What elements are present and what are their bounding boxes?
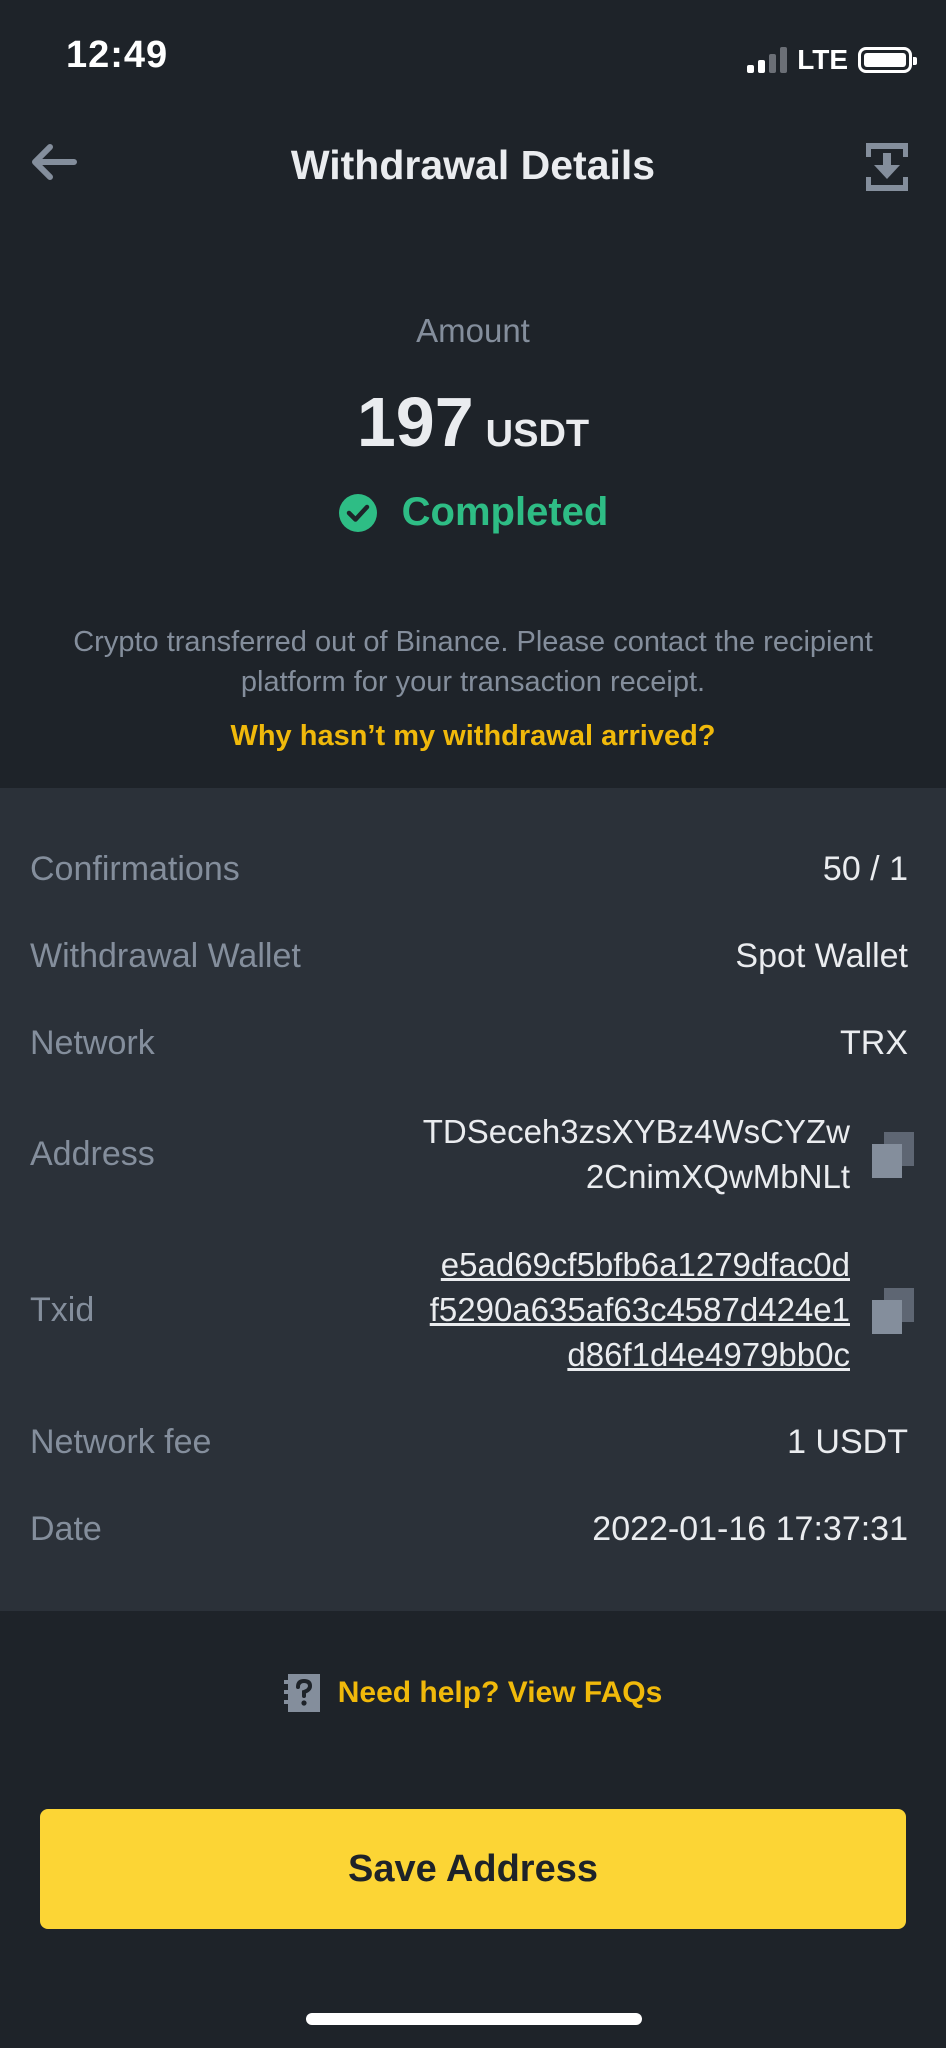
download-button[interactable] (862, 140, 912, 194)
copy-txid-button[interactable] (870, 1286, 916, 1336)
fee-value: 1 USDT (787, 1423, 908, 1461)
copy-address-button[interactable] (870, 1130, 916, 1180)
network-label-row: Network (30, 1024, 155, 1062)
network-value: TRX (840, 1024, 908, 1062)
address-line-1: TDSeceh3zsXYBz4WsCYZw (422, 1113, 850, 1150)
faq-text: Need help? View FAQs (337, 1676, 663, 1709)
wallet-value: Spot Wallet (735, 937, 908, 975)
wallet-label: Withdrawal Wallet (30, 937, 301, 975)
network-label: LTE (797, 44, 848, 75)
txid-line-2: f5290a635af63c4587d424e1 (429, 1291, 850, 1328)
battery-icon (858, 47, 917, 73)
date-label: Date (30, 1510, 102, 1548)
amount-unit: USDT (485, 413, 590, 455)
status-time: 12:49 (66, 34, 169, 76)
address-line-2: 2CnimXQwMbNLt (585, 1158, 850, 1195)
confirmations-value: 50 / 1 (822, 850, 908, 888)
txid-line-1: e5ad69cf5bfb6a1279dfac0d (440, 1246, 850, 1283)
copy-icon (872, 1132, 914, 1178)
download-icon (866, 143, 908, 191)
copy-icon (872, 1288, 914, 1334)
status-badge: Completed (0, 490, 946, 535)
check-circle-icon (338, 493, 377, 532)
date-value: 2022-01-16 17:37:31 (592, 1510, 908, 1548)
faq-link[interactable]: Need help? View FAQs (0, 1672, 946, 1714)
address-label: Address (30, 1135, 155, 1173)
txid-label: Txid (30, 1291, 95, 1329)
withdrawal-help-link[interactable]: Why hasn’t my withdrawal arrived? (0, 720, 946, 753)
amount-label: Amount (416, 312, 530, 349)
txid-link[interactable]: e5ad69cf5bfb6a1279dfac0d f5290a635af63c4… (430, 1242, 850, 1377)
page-title: Withdrawal Details (290, 142, 656, 188)
txid-line-3: d86f1d4e4979bb0c (567, 1336, 850, 1373)
home-indicator (306, 2013, 642, 2025)
details-panel (0, 788, 946, 1611)
amount-value: 197 (356, 383, 474, 461)
status-text: Completed (401, 490, 609, 534)
address-value: TDSeceh3zsXYBz4WsCYZw 2CnimXQwMbNLt (423, 1109, 850, 1199)
fee-label: Network fee (30, 1423, 212, 1461)
status-indicators: LTE (747, 44, 917, 76)
help-document-icon (283, 1674, 320, 1712)
notice-text: Crypto transferred out of Binance. Pleas… (73, 626, 873, 698)
save-address-button[interactable]: Save Address (40, 1809, 906, 1929)
signal-icon (747, 47, 788, 73)
amount-display: 197 USDT (0, 382, 946, 462)
confirmations-label: Confirmations (30, 850, 240, 888)
